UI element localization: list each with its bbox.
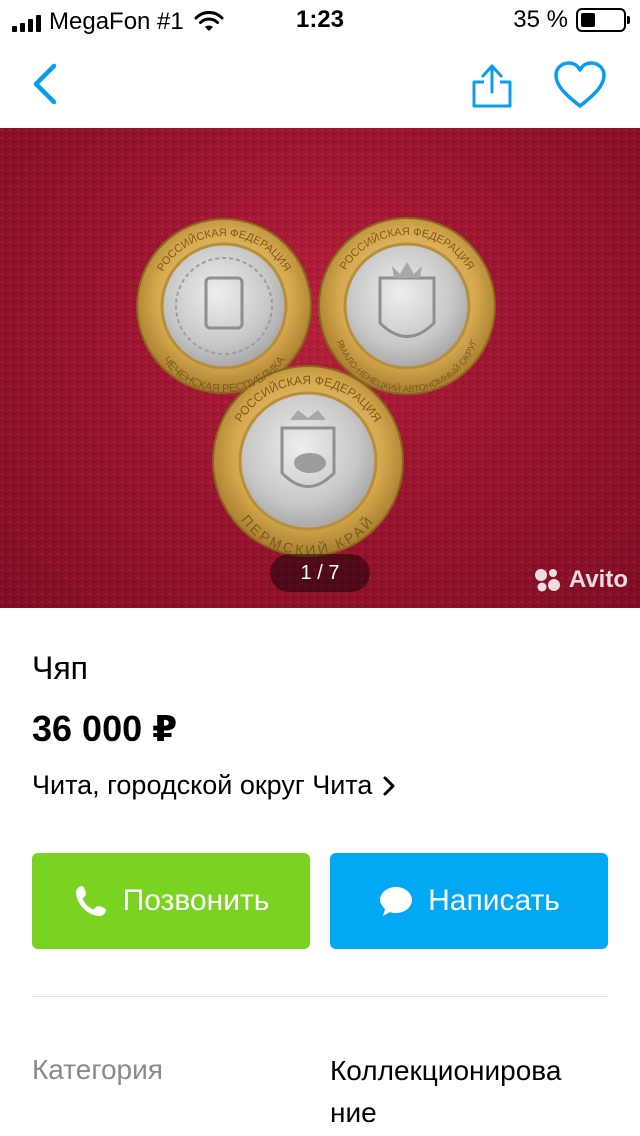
call-button-label: Позвонить [122,884,270,917]
call-button[interactable]: Позвонить [32,853,310,949]
coin-chechnya [136,218,312,394]
chat-bubble-icon [380,887,413,916]
photo-gallery[interactable]: РОССИЙСКАЯ ФЕДЕРАЦИЯ ЧЕЧЕНСКАЯ РЕСПУБЛИК… [0,128,640,608]
section-divider [32,996,608,997]
photo-counter: 1 / 7 [270,554,370,592]
listing-location[interactable]: Чита, городской округ Чита [32,770,396,801]
heart-icon[interactable] [552,60,608,110]
location-text: Чита, городской округ Чита [32,770,373,800]
category-value: Коллекционирова ние [330,1055,562,1128]
avito-logo-icon [534,569,560,592]
battery-fill [581,13,595,27]
status-bar: MegaFon #1 1:23 35 % [0,0,640,40]
coin-perm [212,365,404,557]
battery-percent: 35 % [513,6,568,33]
listing-price: 36 000 ₽ [32,708,178,749]
back-icon[interactable] [24,60,68,108]
listing-title: Чяп [32,650,88,686]
coin-yamal [318,217,496,395]
share-icon[interactable] [466,58,518,110]
chevron-right-icon [383,776,395,795]
coins-photo: РОССИЙСКАЯ ФЕДЕРАЦИЯ ЧЕЧЕНСКАЯ РЕСПУБЛИК… [0,128,640,608]
avito-watermark: Avito [533,566,628,594]
battery-icon [576,8,630,32]
category-label: Категория [32,1054,163,1085]
nav-bar [0,40,640,128]
watermark-text: Avito [568,566,628,593]
status-right: 35 % [513,6,630,34]
phone-icon [75,886,106,916]
write-button-label: Написать [428,884,560,917]
write-button[interactable]: Написать [330,853,608,949]
